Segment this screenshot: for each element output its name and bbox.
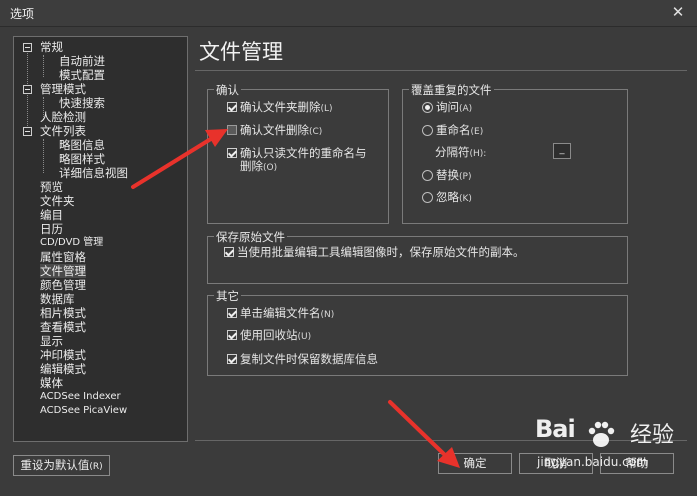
keep-db-info-checkbox[interactable] (227, 354, 237, 364)
collapse-icon[interactable] (23, 127, 32, 136)
separator-label: 分隔符(H): (435, 145, 487, 159)
paw-icon (588, 421, 615, 447)
confirm-file-delete-label[interactable]: 确认文件删除(C) (240, 123, 322, 139)
tree-item-thumbnail-style[interactable]: 略图样式 (59, 152, 105, 166)
tree-item-catalog[interactable]: 编目 (40, 208, 63, 222)
ignore-radio[interactable] (422, 192, 433, 203)
tree-item-face-detection[interactable]: 人脸检测 (40, 110, 86, 124)
cancel-button[interactable]: 取消 (519, 453, 593, 474)
click-edit-filename-label[interactable]: 单击编辑文件名(N) (240, 306, 334, 322)
tree-item-picaview[interactable]: ACDSee PicaView (40, 404, 127, 418)
tree-item-details-view[interactable]: 详细信息视图 (59, 166, 128, 180)
title-divider (195, 70, 687, 71)
replace-label[interactable]: 替换(P) (436, 168, 471, 184)
close-icon[interactable]: ✕ (665, 1, 691, 23)
confirm-group-legend: 确认 (214, 82, 241, 98)
tree-item-manage-mode[interactable]: 管理模式 (40, 82, 86, 96)
rename-label[interactable]: 重命名(E) (436, 123, 483, 139)
confirm-readonly-rename-label-2[interactable]: 删除(O) (240, 159, 277, 175)
other-group: 其它 单击编辑文件名(N) 使用回收站(U) 复制文件时保留数据库信息 (207, 288, 628, 376)
separator-input[interactable]: _ (553, 143, 571, 159)
collapse-icon[interactable] (23, 85, 32, 94)
page-title: 文件管理 (199, 40, 283, 64)
tree-item-folders[interactable]: 文件夹 (40, 194, 75, 208)
ok-button[interactable]: 确定 (438, 453, 512, 474)
tree-item-photo-mode[interactable]: 相片模式 (40, 306, 86, 320)
tree-item-properties[interactable]: 属性窗格 (40, 250, 86, 264)
tree-connector (43, 139, 44, 173)
keep-db-info-label[interactable]: 复制文件时保留数据库信息 (240, 352, 378, 366)
tree-item-mode-config[interactable]: 模式配置 (59, 68, 105, 82)
collapse-icon[interactable] (23, 43, 32, 52)
other-group-legend: 其它 (214, 288, 241, 304)
tree-item-cd-dvd[interactable]: CD/DVD 管理 (40, 236, 103, 250)
save-original-checkbox[interactable] (224, 247, 234, 257)
tree-item-file-management[interactable]: 文件管理 (40, 264, 86, 278)
ignore-label[interactable]: 忽略(K) (436, 190, 472, 206)
tree-item-edit-mode[interactable]: 编辑模式 (40, 362, 86, 376)
tree-item-general[interactable]: 常规 (40, 40, 63, 54)
tree-item-preview[interactable]: 预览 (40, 180, 63, 194)
ask-label[interactable]: 询问(A) (436, 100, 472, 116)
tree-item-color-management[interactable]: 颜色管理 (40, 278, 86, 292)
replace-radio[interactable] (422, 170, 433, 181)
rename-radio[interactable] (422, 125, 433, 136)
click-edit-filename-checkbox[interactable] (227, 308, 237, 318)
save-original-legend: 保存原始文件 (214, 229, 287, 245)
tree-item-calendar[interactable]: 日历 (40, 222, 63, 236)
confirm-file-delete-checkbox[interactable] (227, 125, 237, 135)
confirm-folder-delete-checkbox[interactable] (227, 102, 237, 112)
use-recycle-bin-label[interactable]: 使用回收站(U) (240, 328, 311, 344)
tree-item-media[interactable]: 媒体 (40, 376, 63, 390)
tree-item-quick-search[interactable]: 快速搜索 (59, 96, 105, 110)
tree-item-indexer[interactable]: ACDSee Indexer (40, 390, 121, 404)
tree-item-database[interactable]: 数据库 (40, 292, 75, 306)
tree-item-print-mode[interactable]: 冲印模式 (40, 348, 86, 362)
confirm-readonly-rename-label[interactable]: 确认只读文件的重命名与 (240, 146, 367, 160)
tree-item-thumbnail-info[interactable]: 略图信息 (59, 138, 105, 152)
window-title: 选项 (10, 7, 35, 21)
save-original-label[interactable]: 当使用批量编辑工具编辑图像时，保存原始文件的副本。 (237, 245, 525, 259)
confirm-readonly-rename-checkbox[interactable] (227, 148, 237, 158)
tree-item-view-mode[interactable]: 查看模式 (40, 320, 86, 334)
watermark-brand: Bai (535, 415, 576, 443)
tree-connector (43, 55, 44, 77)
tree-item-display[interactable]: 显示 (40, 334, 63, 348)
title-bar: 选项 ✕ (0, 0, 697, 27)
overwrite-group: 覆盖重复的文件 询问(A) 重命名(E) 分隔符(H): 替换(P) 忽略(K) (402, 82, 628, 224)
watermark-brand-2: 经验 (630, 423, 675, 448)
confirm-folder-delete-label[interactable]: 确认文件夹删除(L) (240, 100, 333, 116)
tree-item-file-list[interactable]: 文件列表 (40, 124, 86, 138)
reset-defaults-button[interactable]: 重设为默认值(R) (13, 455, 110, 476)
ask-radio[interactable] (422, 102, 433, 113)
options-tree[interactable]: 常规 自动前进 模式配置 管理模式 快速搜索 人脸检测 文件列表 略图信息 略图… (13, 36, 188, 442)
confirm-group: 确认 确认文件夹删除(L) 确认文件删除(C) 确认只读文件的重命名与 删除(O… (207, 82, 389, 224)
overwrite-group-legend: 覆盖重复的文件 (409, 82, 494, 98)
bottom-divider (195, 440, 687, 441)
use-recycle-bin-checkbox[interactable] (227, 330, 237, 340)
save-original-group: 保存原始文件 当使用批量编辑工具编辑图像时，保存原始文件的副本。 (207, 229, 628, 284)
tree-item-auto-advance[interactable]: 自动前进 (59, 54, 105, 68)
help-button[interactable]: 帮助 (600, 453, 674, 474)
